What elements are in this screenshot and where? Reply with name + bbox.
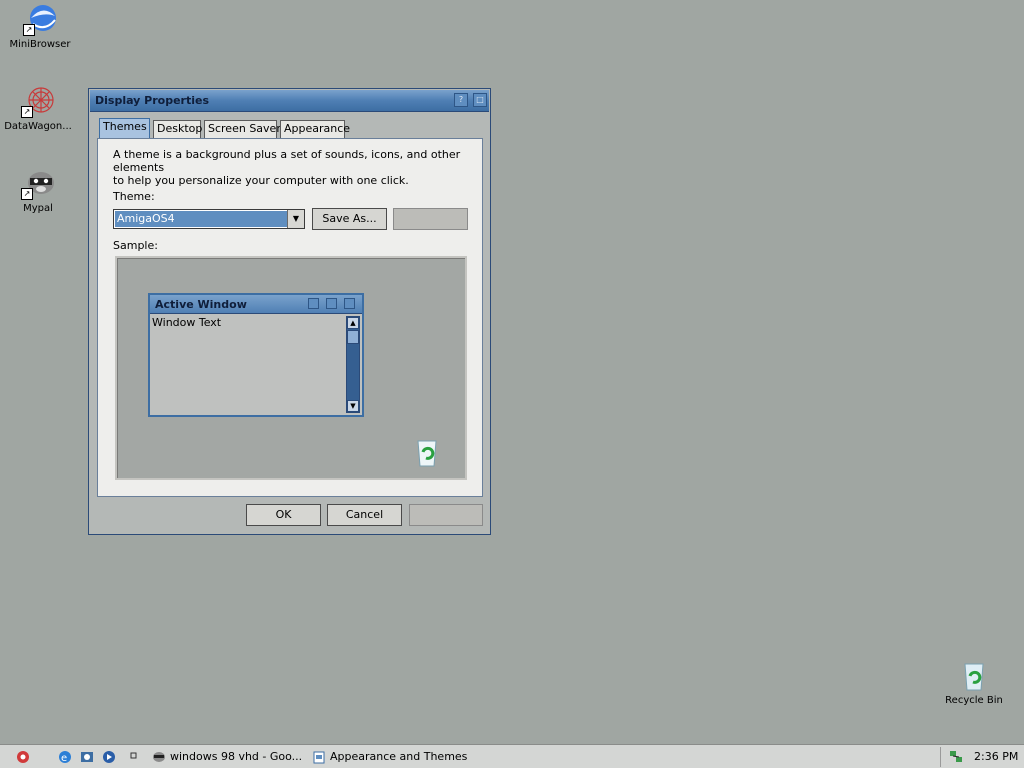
recycle-bin-icon — [415, 438, 441, 468]
themes-panel: A theme is a background plus a set of so… — [97, 138, 483, 497]
taskbar-item-browser[interactable]: windows 98 vhd - Goo... — [152, 748, 302, 766]
help-button[interactable]: ? — [454, 93, 468, 107]
start-button[interactable] — [16, 748, 34, 766]
sample-preview: Active Window Window Text ▲ ▼ — [115, 256, 467, 480]
tab-screen-saver[interactable]: Screen Saver — [204, 120, 281, 138]
cancel-button[interactable]: Cancel — [327, 504, 402, 526]
apply-button[interactable] — [409, 504, 483, 526]
raccoon-icon: ↗ — [21, 166, 55, 200]
sample-scrollbar: ▲ ▼ — [346, 316, 360, 413]
start-icon — [17, 751, 29, 763]
tab-desktop[interactable]: Desktop — [153, 120, 202, 138]
raccoon-icon — [153, 752, 165, 762]
tray-divider — [940, 747, 941, 767]
sample-active-window: Active Window Window Text ▲ ▼ — [148, 293, 364, 417]
flower-icon: ↗ — [21, 84, 55, 118]
theme-selected-value: AmigaOS4 — [115, 211, 287, 227]
desktop-icon-label: Recycle Bin — [945, 695, 1003, 706]
show-desktop-icon[interactable] — [128, 748, 146, 766]
theme-label: Theme: — [113, 190, 155, 203]
save-as-button[interactable]: Save As... — [312, 208, 387, 230]
tab-appearance[interactable]: Appearance — [280, 120, 350, 138]
quicklaunch-media[interactable] — [102, 748, 120, 766]
clock[interactable]: 2:36 PM — [974, 748, 1018, 766]
desktop-icon-label: DataWagon... — [4, 121, 72, 132]
display-properties-dialog: Display Properties ? □ Themes Desktop Sc… — [88, 88, 491, 535]
desktop-icon-mypal[interactable]: ↗ Mypal — [0, 166, 78, 214]
close-button[interactable]: □ — [473, 93, 487, 107]
scroll-thumb — [347, 330, 359, 344]
mail-icon — [81, 752, 93, 762]
internet-explorer-icon: e — [59, 751, 71, 764]
shortcut-arrow-icon: ↗ — [21, 188, 33, 200]
desktop-icon-recycle-bin[interactable]: Recycle Bin — [934, 658, 1014, 706]
theme-dropdown[interactable]: AmigaOS4 ▼ — [113, 209, 305, 229]
maximize-icon — [326, 298, 337, 309]
sample-titlebar: Active Window — [150, 295, 362, 314]
dialog-titlebar[interactable]: Display Properties ? □ — [90, 90, 489, 112]
scroll-up-icon: ▲ — [347, 317, 359, 329]
tray-network-icon[interactable] — [949, 748, 967, 766]
recycle-bin-icon — [957, 658, 991, 692]
desktop-icon-label: MiniBrowser — [9, 39, 71, 50]
svg-text:e: e — [61, 753, 67, 764]
sample-window-text: Window Text — [152, 316, 222, 329]
delete-button[interactable] — [393, 208, 468, 230]
shortcut-arrow-icon: ↗ — [23, 24, 35, 36]
folder-icon — [313, 751, 325, 764]
taskbar: e windows 98 vhd - Goo... Appearance and… — [0, 744, 1024, 768]
media-player-icon — [103, 751, 115, 763]
dialog-title: Display Properties — [95, 94, 210, 107]
desktop-icon-datawagon[interactable]: ↗ DataWagon... — [0, 84, 78, 132]
shortcut-arrow-icon: ↗ — [21, 106, 33, 118]
desktop-icon-label: Mypal — [23, 203, 53, 214]
tab-themes[interactable]: Themes — [99, 118, 150, 139]
quicklaunch-ie[interactable]: e — [58, 748, 76, 766]
desktop-icon-minibrowser[interactable]: ↗ MiniBrowser — [0, 2, 80, 50]
ok-button[interactable]: OK — [246, 504, 321, 526]
taskbar-item-appearance[interactable]: Appearance and Themes — [312, 748, 467, 766]
sample-window-title: Active Window — [155, 298, 247, 311]
sample-label: Sample: — [113, 239, 158, 252]
scroll-down-icon: ▼ — [347, 400, 359, 412]
quicklaunch-outlook[interactable] — [80, 748, 98, 766]
theme-description: A theme is a background plus a set of so… — [113, 148, 461, 187]
close-icon — [344, 298, 355, 309]
chevron-down-icon[interactable]: ▼ — [287, 210, 304, 228]
globe-icon: ↗ — [23, 2, 57, 36]
minimize-icon — [308, 298, 319, 309]
